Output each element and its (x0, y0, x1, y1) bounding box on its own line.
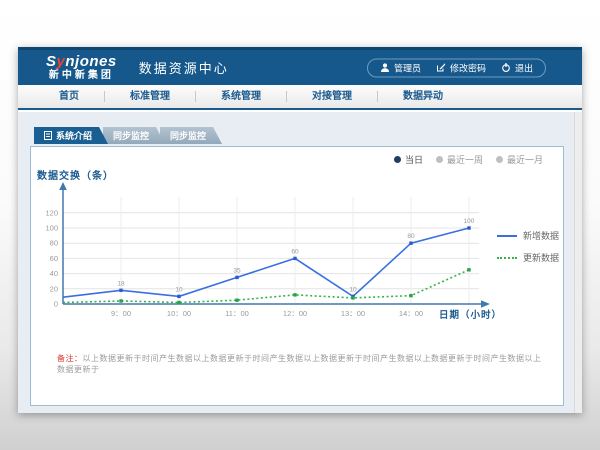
tab-label: 系统介绍 (56, 129, 92, 142)
footnote: 备注：以上数据更新于时间产生数据以上数据更新于时间产生数据以上数据更新于时间产生… (57, 353, 545, 375)
user-menu[interactable]: 管理员 (380, 61, 421, 74)
legend-swatch-solid-line (497, 235, 517, 237)
nav-item-home[interactable]: 首页 (34, 91, 105, 102)
tab-sync-monitor-2[interactable]: 同步监控 (160, 127, 222, 144)
chart-legend: 新增数据 更新数据 (497, 229, 559, 273)
data-point-marker (467, 226, 470, 229)
x-tick-label: 11：00 (225, 309, 249, 318)
nav-item-connect-mgmt[interactable]: 对接管理 (287, 91, 378, 102)
data-point-label: 18 (117, 280, 125, 287)
y-tick-label: 40 (50, 269, 58, 278)
logo-part2: njones (65, 53, 116, 70)
user-icon (380, 63, 390, 73)
document-icon (44, 131, 52, 140)
y-tick-label: 20 (50, 284, 58, 293)
user-toolbar: 管理员 修改密码 退出 (367, 58, 546, 77)
data-point-marker (235, 299, 238, 302)
data-point-marker (467, 268, 470, 271)
footnote-text: 以上数据更新于时间产生数据以上数据更新于时间产生数据以上数据更新于时间产生数据以… (57, 354, 542, 374)
nav-item-data-change[interactable]: 数据异动 (378, 91, 468, 102)
main-nav: 首页 标准管理 系统管理 对接管理 数据异动 (18, 85, 582, 110)
tab-label: 同步监控 (170, 129, 206, 142)
data-point-marker (293, 257, 296, 260)
x-axis-title: 日期（小时） (439, 307, 502, 321)
y-axis-arrow (59, 182, 67, 190)
data-point-label: 80 (407, 233, 415, 240)
power-icon (501, 63, 511, 73)
data-point-label: 100 (464, 218, 475, 225)
legend-item-new-data[interactable]: 新增数据 (497, 229, 559, 242)
data-point-label: 35 (233, 267, 241, 274)
footnote-prefix: 备注： (57, 354, 83, 363)
data-point-marker (119, 289, 122, 292)
x-tick-label: 12：00 (283, 309, 307, 318)
legend-item-updated-data[interactable]: 更新数据 (497, 251, 559, 264)
legend-label: 更新数据 (523, 251, 559, 264)
y-tick-label: 100 (45, 224, 58, 233)
app-header: Synjones 新中新集团 数据资源中心 管理员 修改密码 退出 (18, 47, 582, 85)
legend-label: 新增数据 (523, 229, 559, 242)
logo-part1: S (46, 53, 57, 70)
logout-label: 退出 (515, 61, 533, 74)
data-point-marker (409, 242, 412, 245)
logout-button[interactable]: 退出 (501, 61, 533, 74)
y-tick-label: 120 (45, 208, 58, 217)
content-area: 系统介绍 同步监控 同步监控 当日 最近一周 (18, 112, 582, 413)
data-point-marker (235, 276, 238, 279)
y-tick-label: 60 (50, 254, 58, 263)
logo-synjones: Synjones (46, 54, 117, 69)
tab-system-intro[interactable]: 系统介绍 (34, 127, 108, 144)
tab-label: 同步监控 (113, 129, 149, 142)
tab-sync-monitor-1[interactable]: 同步监控 (103, 127, 165, 144)
app-window: Synjones 新中新集团 数据资源中心 管理员 修改密码 退出 首页 标准管… (18, 47, 582, 413)
change-password-label: 修改密码 (450, 61, 486, 74)
x-tick-label: 13：00 (341, 309, 365, 318)
data-point-marker (409, 294, 412, 297)
legend-swatch-dotted-line (497, 257, 517, 259)
data-point-marker (177, 295, 180, 298)
x-tick-label: 9：00 (111, 309, 131, 318)
data-point-marker (119, 299, 122, 302)
nav-item-system-mgmt[interactable]: 系统管理 (196, 91, 287, 102)
edit-icon (436, 63, 446, 73)
data-point-marker (351, 296, 354, 299)
page-title: 数据资源中心 (139, 58, 229, 77)
x-tick-label: 14：00 (399, 309, 423, 318)
x-tick-label: 10：00 (167, 309, 191, 318)
nav-item-standard-mgmt[interactable]: 标准管理 (105, 91, 196, 102)
logo-subtitle: 新中新集团 (46, 71, 117, 81)
tab-bar: 系统介绍 同步监控 同步监控 (34, 127, 217, 144)
data-point-marker (293, 293, 296, 296)
change-password-button[interactable]: 修改密码 (436, 61, 486, 74)
vertical-scrollbar[interactable] (574, 112, 582, 413)
logo: Synjones 新中新集团 (46, 54, 117, 81)
chart-panel: 当日 最近一周 最近一月 数据交换（条） 0204060801001209：00… (30, 146, 564, 406)
data-point-label: 10 (175, 286, 183, 293)
y-tick-label: 0 (54, 300, 58, 309)
data-point-marker (177, 301, 180, 304)
y-tick-label: 80 (50, 239, 58, 248)
user-label: 管理员 (394, 61, 421, 74)
data-point-label: 10 (349, 286, 357, 293)
data-point-label: 60 (291, 248, 299, 255)
